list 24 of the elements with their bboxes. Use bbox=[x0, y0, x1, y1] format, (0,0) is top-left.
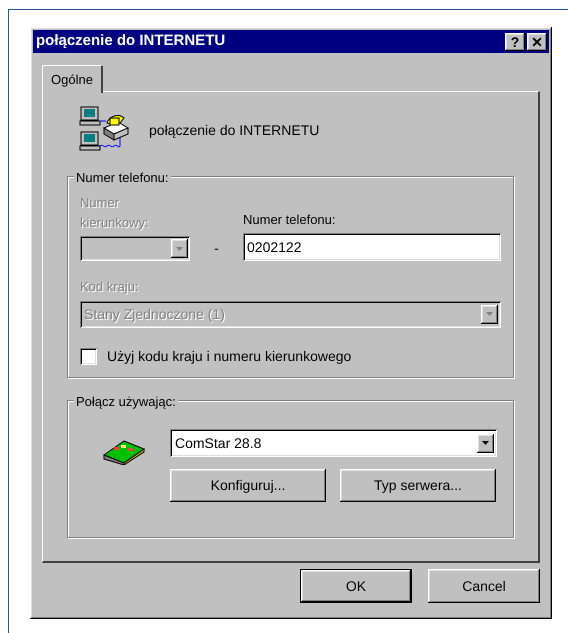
dropdown-arrow-button[interactable] bbox=[481, 304, 498, 324]
configure-button[interactable]: Konfiguruj... bbox=[170, 469, 326, 502]
field-label: Kod kraju: bbox=[80, 278, 140, 296]
device-dropdown[interactable]: ComStar 28.8 bbox=[170, 429, 497, 457]
caret-icon bbox=[176, 246, 184, 250]
ok-button[interactable]: OK bbox=[300, 569, 412, 603]
server-type-button[interactable]: Typ serwera... bbox=[340, 469, 496, 502]
dropdown-arrow-button[interactable] bbox=[477, 434, 494, 452]
field-label: Numer telefonu: bbox=[243, 210, 336, 228]
cancel-button[interactable]: Cancel bbox=[428, 569, 540, 603]
field-label: Numer kierunkowy: bbox=[80, 194, 150, 232]
caret-icon bbox=[486, 312, 494, 316]
help-button[interactable]: ? bbox=[505, 32, 525, 50]
area-code-dropdown[interactable] bbox=[80, 236, 190, 261]
connection-name: połączenie do INTERNETU bbox=[149, 120, 320, 140]
window-title: połączenie do INTERNETU bbox=[36, 31, 226, 52]
phone-number-field[interactable]: 0202122 bbox=[243, 233, 501, 261]
separator-text: - bbox=[213, 239, 220, 258]
caret-icon bbox=[482, 441, 490, 445]
tab[interactable]: Ogólne bbox=[42, 65, 103, 93]
checkbox[interactable] bbox=[80, 348, 97, 364]
dropdown-arrow-button[interactable] bbox=[171, 239, 188, 258]
checkbox-label: Użyj kodu kraju i numeru kierunkowego bbox=[107, 346, 352, 366]
close-button[interactable]: × bbox=[527, 32, 547, 50]
